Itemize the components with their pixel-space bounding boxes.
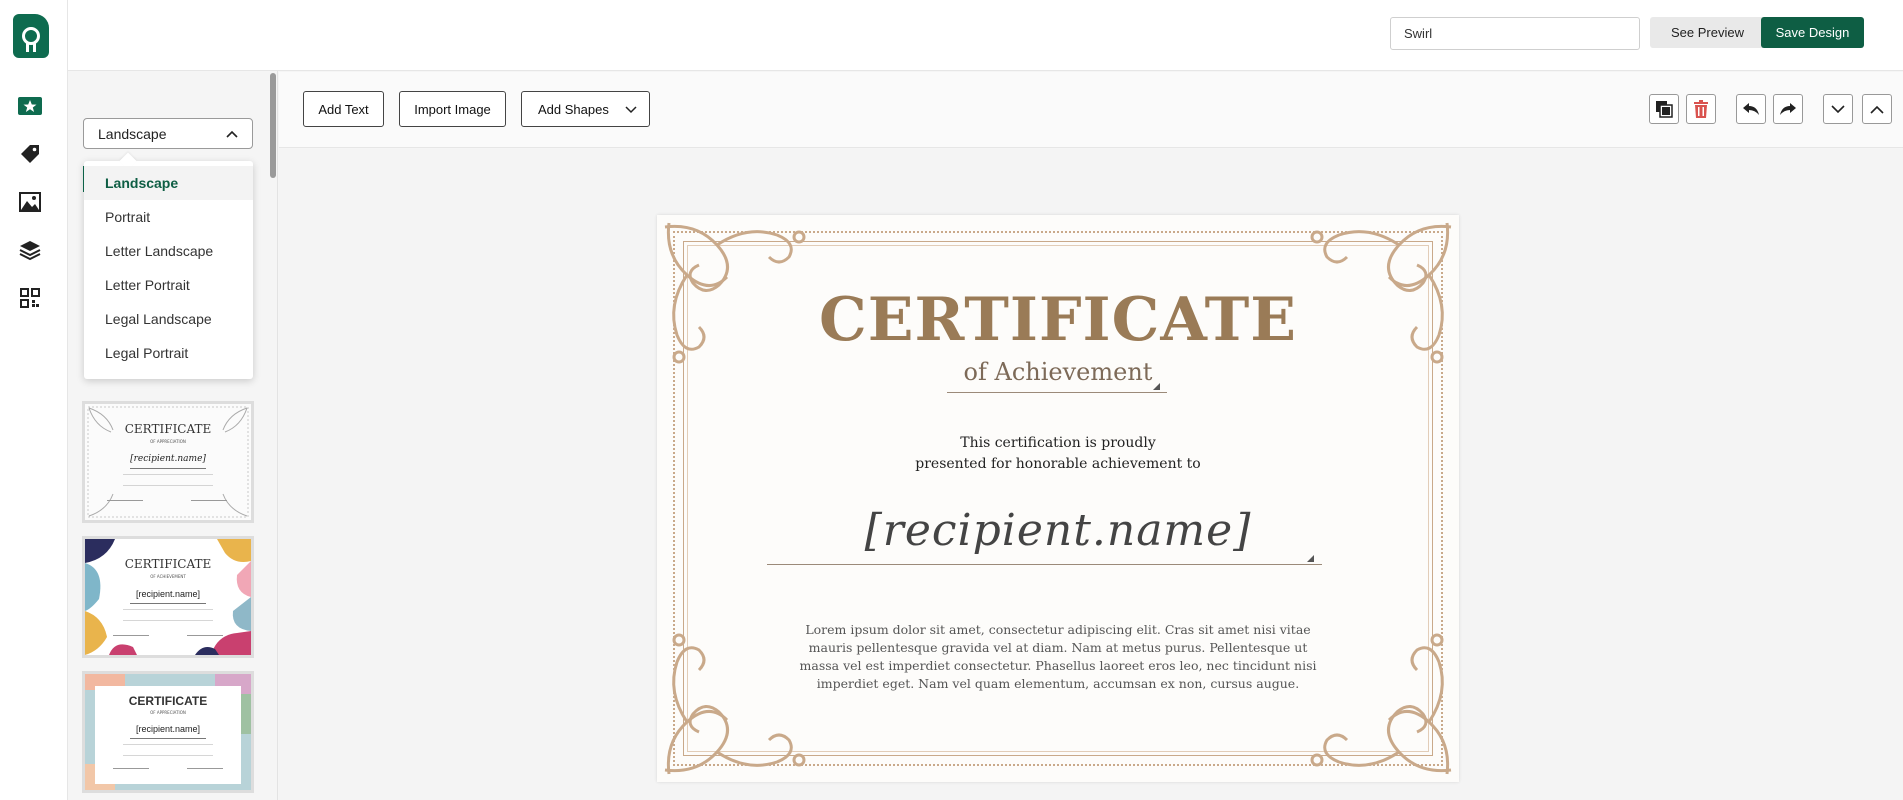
panel-scrollbar[interactable] bbox=[270, 73, 276, 178]
template-thumbnail-pastel[interactable]: CERTIFICATE OF APPRECIATION [recipient.n… bbox=[82, 671, 254, 793]
resize-handle-icon[interactable] bbox=[1307, 555, 1314, 562]
thumbnail-recipient: [recipient.name] bbox=[135, 589, 201, 599]
certificate-canvas[interactable]: CERTIFICATE of Achievement This certific… bbox=[657, 215, 1459, 782]
icon-rail bbox=[0, 0, 68, 800]
thumbnail-title: CERTIFICATE bbox=[128, 694, 208, 708]
thumbnail-subtitle: OF ACHIEVEMENT bbox=[150, 574, 186, 579]
move-up-button[interactable] bbox=[1862, 94, 1892, 124]
chevron-up-icon bbox=[1870, 105, 1884, 114]
certificate-intro[interactable]: This certification is proudly presented … bbox=[657, 433, 1459, 475]
thumbnail-subtitle: OF APPRECIATION bbox=[150, 710, 186, 715]
move-down-button[interactable] bbox=[1823, 94, 1853, 124]
add-shapes-dropdown[interactable]: Add Shapes bbox=[521, 91, 650, 127]
app-logo bbox=[13, 14, 49, 58]
top-bar: See Preview Save Design bbox=[68, 0, 1903, 71]
import-image-button[interactable]: Import Image bbox=[399, 91, 506, 127]
orientation-option-letter-landscape[interactable]: Letter Landscape bbox=[84, 234, 253, 268]
resize-handle-icon[interactable] bbox=[1153, 383, 1160, 390]
add-text-button[interactable]: Add Text bbox=[303, 91, 384, 127]
redo-icon bbox=[1780, 103, 1796, 115]
certificate-subtitle[interactable]: of Achievement bbox=[657, 358, 1459, 386]
thumbnail-title: CERTIFICATE bbox=[124, 557, 212, 571]
recipient-name-field[interactable]: [recipient.name] bbox=[657, 505, 1459, 556]
qr-code-icon[interactable] bbox=[18, 286, 42, 310]
orientation-select[interactable]: Landscape bbox=[83, 118, 253, 149]
copy-icon bbox=[1656, 101, 1673, 118]
delete-button[interactable] bbox=[1686, 94, 1716, 124]
redo-button[interactable] bbox=[1773, 94, 1803, 124]
trash-icon bbox=[1694, 100, 1708, 118]
template-thumbnail-floral[interactable]: CERTIFICATE OF APPRECIATION [recipient.n… bbox=[82, 401, 254, 523]
orientation-dropdown: Landscape Portrait Letter Landscape Lett… bbox=[84, 152, 253, 379]
layers-icon[interactable] bbox=[18, 238, 42, 262]
thumbnail-recipient: [recipient.name] bbox=[135, 724, 201, 734]
intro-line-1: This certification is proudly bbox=[960, 435, 1156, 451]
design-name-input[interactable] bbox=[1390, 17, 1640, 50]
template-thumbnail-abstract[interactable]: CERTIFICATE OF ACHIEVEMENT [recipient.na… bbox=[82, 536, 254, 658]
duplicate-button[interactable] bbox=[1649, 94, 1679, 124]
award-icon[interactable] bbox=[18, 94, 42, 118]
intro-line-2: presented for honorable achievement to bbox=[915, 456, 1201, 472]
orientation-option-legal-landscape[interactable]: Legal Landscape bbox=[84, 302, 253, 336]
orientation-option-letter-portrait[interactable]: Letter Portrait bbox=[84, 268, 253, 302]
add-shapes-label: Add Shapes bbox=[538, 101, 609, 117]
orientation-option-landscape[interactable]: Landscape bbox=[84, 166, 253, 200]
orientation-option-legal-portrait[interactable]: Legal Portrait bbox=[84, 336, 253, 370]
thumbnail-recipient: [recipient.name] bbox=[130, 454, 206, 464]
recipient-underline bbox=[767, 564, 1322, 565]
thumbnail-title: CERTIFICATE bbox=[124, 422, 212, 436]
undo-icon bbox=[1743, 103, 1759, 115]
chevron-down-icon bbox=[625, 106, 637, 114]
save-design-button[interactable]: Save Design bbox=[1761, 17, 1864, 48]
undo-button[interactable] bbox=[1736, 94, 1766, 124]
image-icon[interactable] bbox=[18, 190, 42, 214]
orientation-option-portrait[interactable]: Portrait bbox=[84, 200, 253, 234]
subtitle-underline bbox=[947, 392, 1167, 393]
chevron-up-icon bbox=[226, 130, 238, 138]
see-preview-button[interactable]: See Preview bbox=[1650, 17, 1765, 48]
orientation-select-value: Landscape bbox=[98, 125, 167, 142]
thumbnail-subtitle: OF APPRECIATION bbox=[150, 439, 186, 444]
tag-icon[interactable] bbox=[18, 142, 42, 166]
certificate-title[interactable]: CERTIFICATE bbox=[657, 285, 1459, 355]
certificate-body-text[interactable]: Lorem ipsum dolor sit amet, consectetur … bbox=[797, 621, 1319, 693]
chevron-down-icon bbox=[1831, 104, 1845, 113]
